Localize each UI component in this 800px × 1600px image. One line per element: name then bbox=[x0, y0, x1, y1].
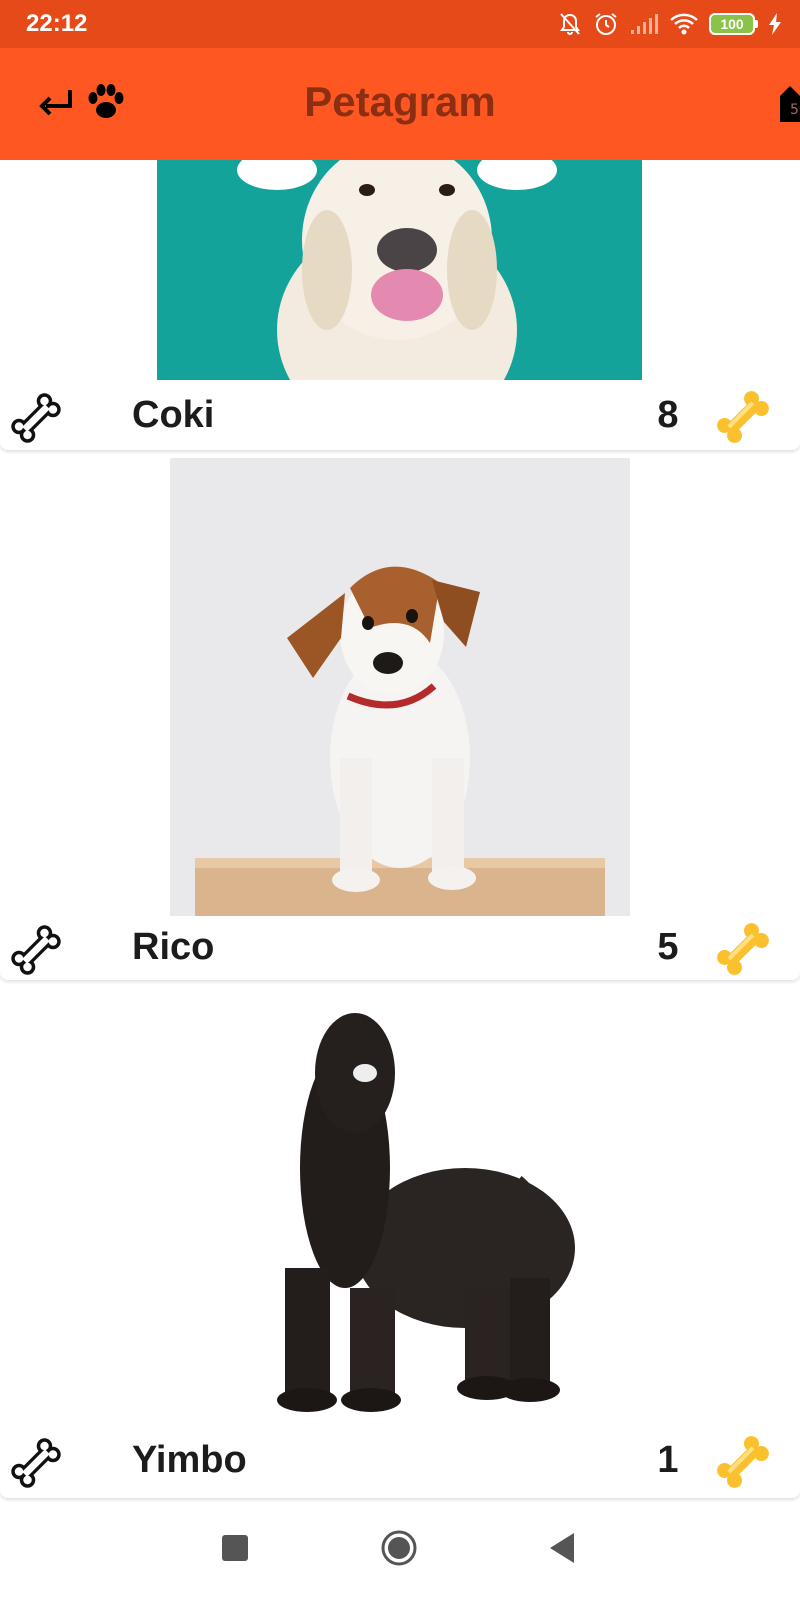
pet-card: Coki 8 bbox=[0, 160, 800, 450]
wifi-icon bbox=[670, 13, 698, 35]
signal-icon bbox=[631, 14, 658, 34]
bone-icon[interactable] bbox=[8, 390, 64, 446]
pet-row: Coki 8 bbox=[0, 380, 800, 450]
status-time: 22:12 bbox=[26, 10, 88, 37]
pet-name: Yimbo bbox=[132, 1439, 247, 1481]
battery-icon: 100 bbox=[709, 13, 758, 35]
golden-bone-icon[interactable] bbox=[712, 918, 774, 980]
pet-list[interactable]: Coki 8 Rico 5 Yimbo 1 bbox=[0, 160, 800, 1505]
status-bar: 22:12 100 bbox=[0, 0, 800, 48]
recent-apps-icon[interactable] bbox=[222, 1535, 248, 1561]
pet-card: Yimbo 1 bbox=[0, 988, 800, 1498]
bone-icon[interactable] bbox=[8, 1435, 64, 1491]
mute-bell-icon bbox=[560, 13, 580, 35]
pet-rating: 1 bbox=[657, 1439, 679, 1481]
pet-rating: 5 bbox=[657, 926, 679, 968]
status-icons: 100 bbox=[557, 8, 782, 40]
navigation-bar bbox=[0, 1505, 800, 1600]
bone-icon[interactable] bbox=[8, 922, 64, 978]
golden-bone-icon[interactable] bbox=[712, 386, 774, 448]
pet-photo bbox=[170, 458, 630, 916]
pet-card: Rico 5 bbox=[0, 458, 800, 980]
svg-text:5: 5 bbox=[790, 102, 799, 118]
app-bar: Petagram 5 bbox=[0, 48, 800, 160]
pet-rating: 8 bbox=[657, 394, 679, 436]
pet-row: Rico 5 bbox=[0, 912, 800, 982]
pet-name: Coki bbox=[132, 394, 215, 436]
top-five-icon[interactable]: 5 bbox=[778, 84, 800, 124]
golden-bone-icon[interactable] bbox=[712, 1431, 774, 1493]
back-icon[interactable] bbox=[548, 1531, 578, 1565]
pet-row: Yimbo 1 bbox=[0, 1425, 800, 1495]
pet-name: Rico bbox=[132, 926, 215, 968]
pet-photo bbox=[157, 160, 642, 380]
charging-icon bbox=[769, 13, 781, 35]
app-title: Petagram bbox=[304, 78, 496, 125]
pet-photo bbox=[165, 988, 635, 1428]
home-icon[interactable] bbox=[380, 1529, 418, 1567]
battery-level: 100 bbox=[709, 13, 755, 35]
alarm-icon bbox=[595, 13, 617, 35]
